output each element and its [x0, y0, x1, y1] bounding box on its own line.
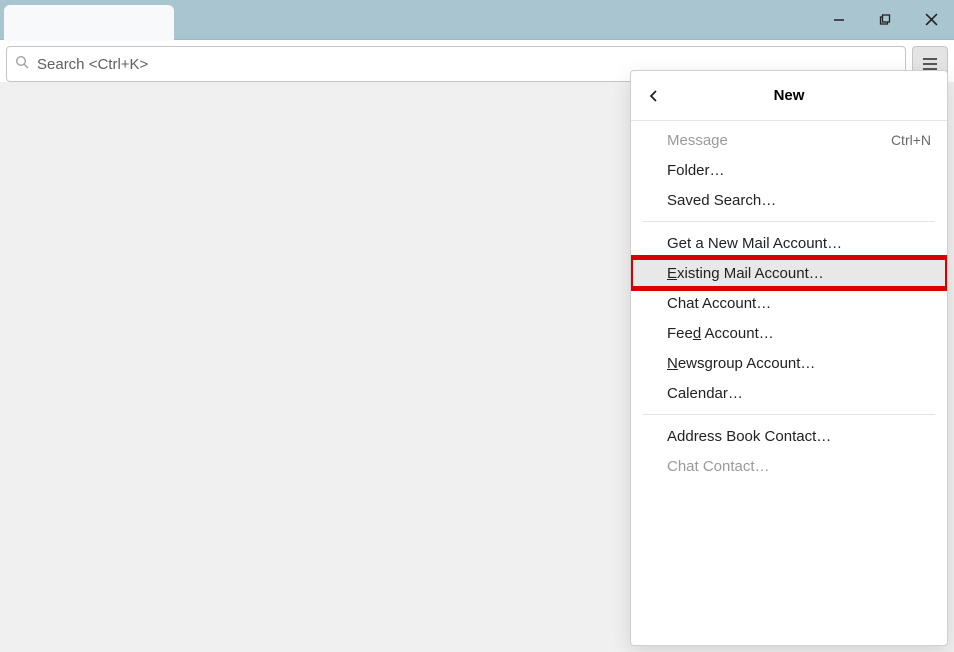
- submenu-list: Message Ctrl+N Folder… Saved Search… Get…: [631, 121, 947, 485]
- menu-item-chat-contact: Chat Contact…: [631, 451, 947, 481]
- new-submenu: New Message Ctrl+N Folder… Saved Search……: [630, 70, 948, 646]
- submenu-header: New: [631, 71, 947, 121]
- menu-item-feed-account[interactable]: Feed Account…: [631, 318, 947, 348]
- menu-item-label: Folder…: [667, 162, 725, 179]
- menu-item-shortcut: Ctrl+N: [891, 132, 931, 148]
- hamburger-icon: [922, 57, 938, 71]
- menu-item-label: Chat Account…: [667, 295, 771, 312]
- menu-item-chat-account[interactable]: Chat Account…: [631, 288, 947, 318]
- menu-item-label: Saved Search…: [667, 192, 776, 209]
- menu-item-address-book-contact[interactable]: Address Book Contact…: [631, 421, 947, 451]
- titlebar: [0, 0, 954, 40]
- menu-item-label: Message: [667, 132, 728, 149]
- minimize-button[interactable]: [816, 0, 862, 39]
- back-button[interactable]: [631, 71, 677, 120]
- menu-item-newsgroup-account[interactable]: Newsgroup Account…: [631, 348, 947, 378]
- maximize-button[interactable]: [862, 0, 908, 39]
- menu-item-saved-search[interactable]: Saved Search…: [631, 185, 947, 215]
- menu-item-get-new-mail-account[interactable]: Get a New Mail Account…: [631, 228, 947, 258]
- menu-item-message: Message Ctrl+N: [631, 125, 947, 155]
- menu-item-label: Chat Contact…: [667, 458, 770, 475]
- close-button[interactable]: [908, 0, 954, 39]
- close-icon: [925, 13, 938, 26]
- menu-item-calendar[interactable]: Calendar…: [631, 378, 947, 408]
- submenu-title: New: [631, 87, 947, 104]
- minimize-icon: [833, 14, 845, 26]
- menu-item-label: Address Book Contact…: [667, 428, 831, 445]
- search-icon: [15, 55, 29, 73]
- menu-item-label: Existing Mail Account…: [667, 265, 824, 282]
- menu-item-label: Feed Account…: [667, 325, 774, 342]
- window-controls: [816, 0, 954, 39]
- menu-item-label: Get a New Mail Account…: [667, 235, 842, 252]
- tab-background: [4, 5, 174, 41]
- menu-item-label: Calendar…: [667, 385, 743, 402]
- menu-separator: [643, 221, 935, 222]
- menu-separator: [643, 414, 935, 415]
- menu-item-existing-mail-account[interactable]: Existing Mail Account…: [631, 258, 947, 288]
- chevron-left-icon: [647, 89, 661, 103]
- maximize-icon: [879, 14, 891, 26]
- menu-item-folder[interactable]: Folder…: [631, 155, 947, 185]
- menu-item-label: Newsgroup Account…: [667, 355, 815, 372]
